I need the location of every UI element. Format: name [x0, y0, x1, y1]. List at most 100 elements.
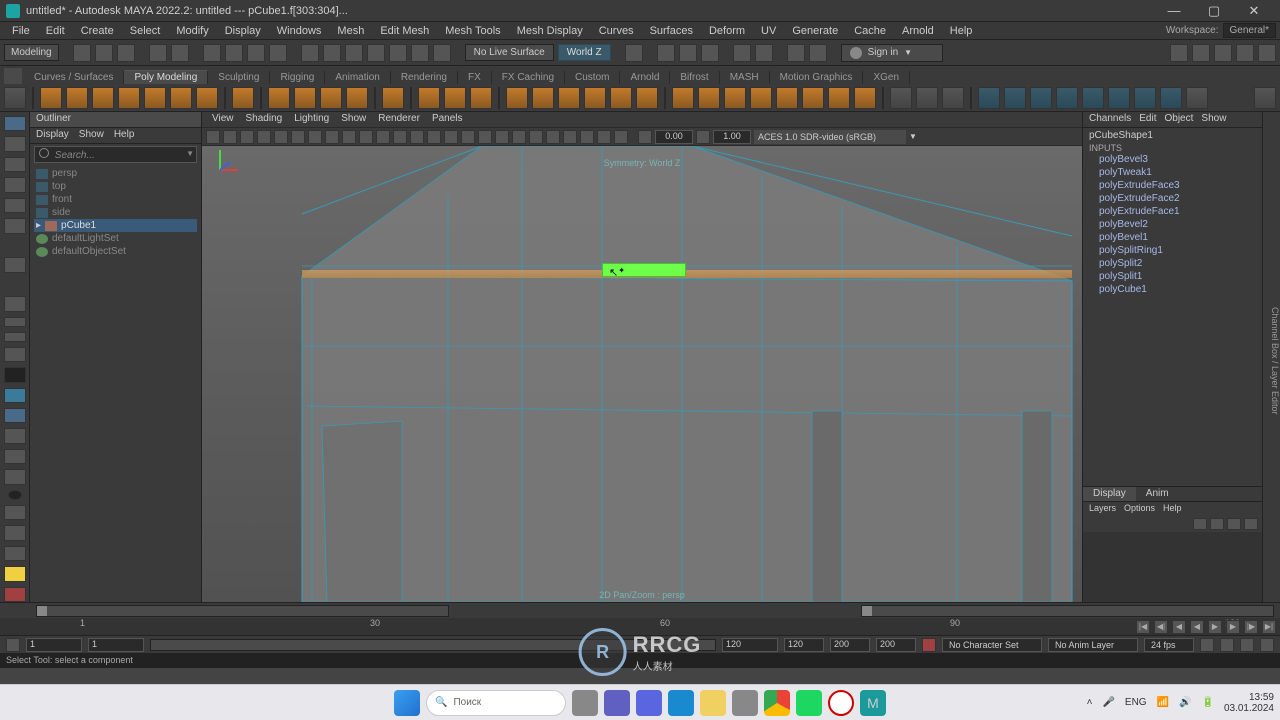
sel-mask-icon[interactable] [225, 44, 243, 62]
scale-tool[interactable] [4, 218, 26, 233]
history-polyextrude1[interactable]: polyExtrudeFace1 [1083, 205, 1262, 218]
insert-loop-icon[interactable] [916, 87, 938, 109]
menu-modify[interactable]: Modify [168, 25, 216, 37]
vp-ao-icon[interactable] [512, 130, 526, 144]
target-weld-icon[interactable] [724, 87, 746, 109]
vp-isolate-icon[interactable] [461, 130, 475, 144]
menu-mesh-display[interactable]: Mesh Display [509, 25, 591, 37]
history-splitring1[interactable]: polySplitRing1 [1083, 244, 1262, 257]
minimize-button[interactable]: — [1154, 3, 1194, 18]
multi-cut-icon[interactable] [890, 87, 912, 109]
vp-menu-shading[interactable]: Shading [246, 113, 283, 126]
vp-shaded-icon[interactable] [393, 130, 407, 144]
outliner-menu-show[interactable]: Show [79, 129, 104, 142]
vp-menu-lighting[interactable]: Lighting [294, 113, 329, 126]
outliner-node-objectset[interactable]: defaultObjectSet [34, 245, 197, 258]
last-tool[interactable] [4, 257, 26, 272]
start-button[interactable] [394, 690, 420, 716]
tab-animation[interactable]: Animation [325, 71, 390, 84]
play-back-icon[interactable]: ◀ [1190, 620, 1204, 634]
persp-toggle-icon[interactable] [4, 367, 26, 382]
wedge-icon[interactable] [854, 87, 876, 109]
layer-move-up-icon[interactable] [1193, 518, 1207, 530]
uv-planar-icon[interactable] [978, 87, 1000, 109]
layer-move-down-icon[interactable] [1210, 518, 1224, 530]
taskbar-chrome-icon[interactable] [764, 690, 790, 716]
vp-gamma-input[interactable]: 1.00 [713, 130, 751, 144]
cached-icon[interactable] [1260, 638, 1274, 652]
four-pane-icon[interactable] [4, 317, 26, 327]
tab-sculpting[interactable]: Sculpting [208, 71, 270, 84]
sel-mask3-icon[interactable] [269, 44, 287, 62]
taskbar-app1-icon[interactable] [604, 690, 630, 716]
render-settings-icon[interactable] [701, 44, 719, 62]
vp-bookmark-icon[interactable] [223, 130, 237, 144]
history-polybevel1[interactable]: polyBevel1 [1083, 231, 1262, 244]
rotate-tool[interactable] [4, 198, 26, 213]
light-editor-icon[interactable] [4, 449, 26, 464]
vp-menu-panels[interactable]: Panels [432, 113, 463, 126]
combine-icon[interactable] [418, 87, 440, 109]
outliner-toggle-icon[interactable] [4, 347, 26, 362]
menu-curves[interactable]: Curves [591, 25, 642, 37]
poly-svg-icon[interactable] [294, 87, 316, 109]
workspace-dropdown[interactable]: General* [1223, 23, 1276, 38]
lasso-tool[interactable] [4, 136, 26, 151]
tray-volume-icon[interactable]: 🔊 [1179, 697, 1191, 708]
outliner-node-persp[interactable]: persp [34, 167, 197, 180]
outliner-node-front[interactable]: front [34, 193, 197, 206]
merge-icon[interactable] [698, 87, 720, 109]
vp-wireframe-icon[interactable] [376, 130, 390, 144]
vp-all-lights-icon[interactable] [614, 130, 628, 144]
menu-help[interactable]: Help [942, 25, 981, 37]
menu-select[interactable]: Select [122, 25, 169, 37]
shelf-menu-icon[interactable] [4, 68, 22, 84]
outliner-menu-help[interactable]: Help [114, 129, 135, 142]
vp-safe-title-icon[interactable] [359, 130, 373, 144]
module-dropdown[interactable]: Modeling [4, 44, 59, 61]
poly-cube-icon[interactable] [66, 87, 88, 109]
panel-toggle3-icon[interactable] [1214, 44, 1232, 62]
autokey-icon[interactable] [922, 638, 936, 652]
viewport-3d[interactable]: ↖✦ Symmetry: World Z 2D Pan/Zoom : persp [202, 146, 1082, 602]
ipr-icon[interactable] [679, 44, 697, 62]
taskbar-search[interactable]: 🔍 Поиск [426, 690, 566, 716]
xgen-icon[interactable] [4, 566, 26, 581]
construction-history-icon[interactable] [625, 44, 643, 62]
vp-motion-blur-icon[interactable] [529, 130, 543, 144]
tray-chevron-icon[interactable]: ˄ [1087, 697, 1093, 708]
menu-create[interactable]: Create [73, 25, 122, 37]
svg-icon[interactable] [346, 87, 368, 109]
bevel-icon[interactable] [636, 87, 658, 109]
poly-type2-icon[interactable] [320, 87, 342, 109]
vp-dof-icon[interactable] [546, 130, 560, 144]
menu-mesh[interactable]: Mesh [329, 25, 372, 37]
symmetry-dropdown[interactable]: World Z [558, 44, 611, 61]
history-polysplit1[interactable]: polySplit1 [1083, 270, 1262, 283]
step-back-icon[interactable]: ◀ [1172, 620, 1186, 634]
poly-torus-icon[interactable] [144, 87, 166, 109]
menu-edit-mesh[interactable]: Edit Mesh [372, 25, 437, 37]
render-icon[interactable] [657, 44, 675, 62]
uv-normal-icon[interactable] [1160, 87, 1182, 109]
vp-2d-pan-icon[interactable] [257, 130, 271, 144]
tab-mash[interactable]: MASH [720, 71, 770, 84]
detach-icon[interactable] [776, 87, 798, 109]
history-polytweak1[interactable]: polyTweak1 [1083, 166, 1262, 179]
cached-playback-icon[interactable] [4, 388, 26, 403]
poly-sphere-icon[interactable] [40, 87, 62, 109]
select-tool[interactable] [4, 116, 26, 131]
history-polybevel2[interactable]: polyBevel2 [1083, 218, 1262, 231]
uv-cylinder-icon[interactable] [1004, 87, 1026, 109]
loop-icon[interactable] [1200, 638, 1214, 652]
render-view-icon[interactable] [4, 428, 26, 443]
menu-cache[interactable]: Cache [846, 25, 894, 37]
collapse-icon[interactable] [750, 87, 772, 109]
graph-editor-icon[interactable] [4, 469, 26, 484]
tab-curves-surfaces[interactable]: Curves / Surfaces [24, 71, 124, 84]
vp-film-gate-icon[interactable] [274, 130, 288, 144]
taskbar-edge-icon[interactable] [668, 690, 694, 716]
layer-new-sel-icon[interactable] [1244, 518, 1258, 530]
vp-field-chart-icon[interactable] [325, 130, 339, 144]
menu-mesh-tools[interactable]: Mesh Tools [437, 25, 508, 37]
